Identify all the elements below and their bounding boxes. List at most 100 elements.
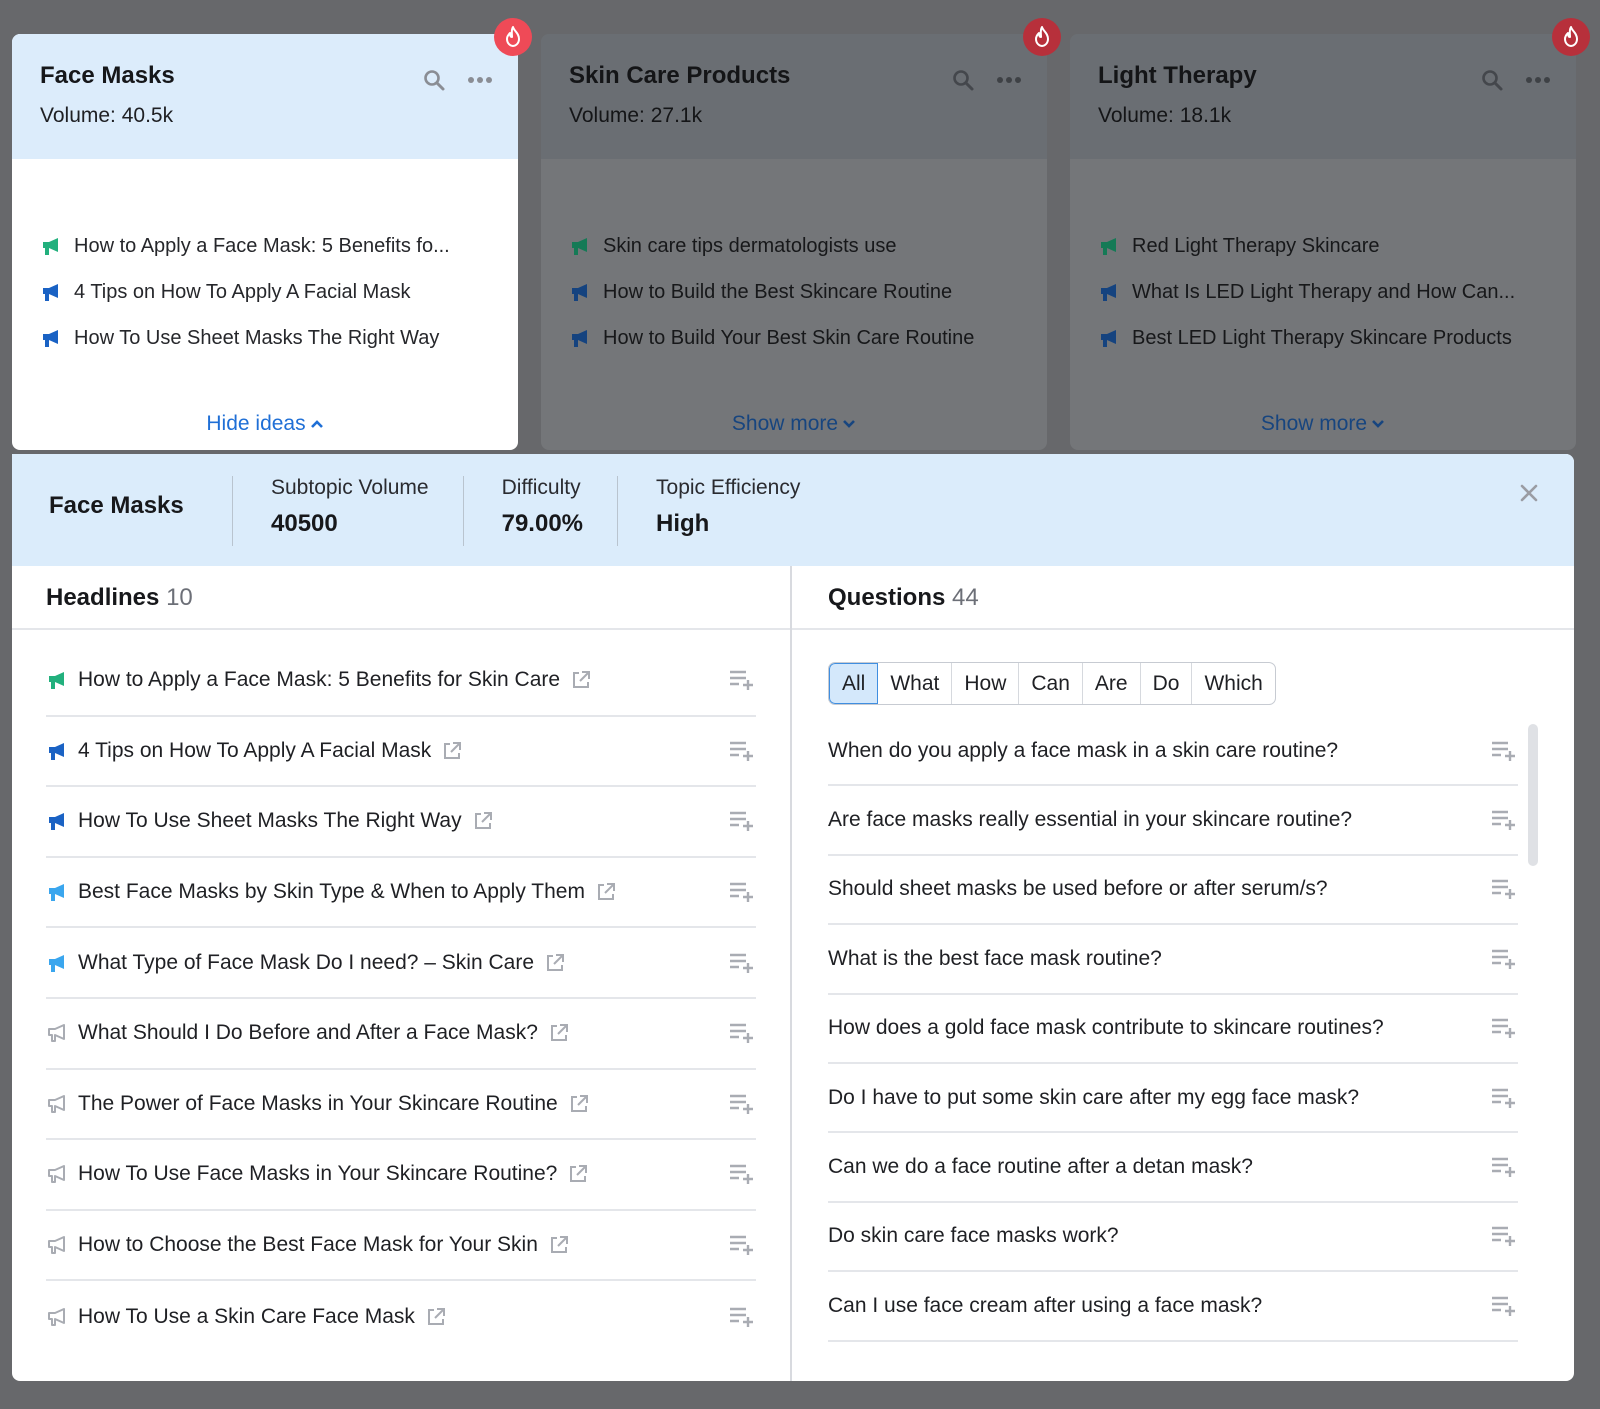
- chevron-down-icon: [843, 420, 856, 429]
- idea-item[interactable]: Best LED Light Therapy Skincare Products: [1098, 315, 1576, 361]
- add-to-list-icon[interactable]: [1490, 947, 1518, 971]
- card-ideas-list: How to Apply a Face Mask: 5 Benefits fo.…: [12, 159, 518, 361]
- add-to-list-icon[interactable]: [728, 1305, 756, 1329]
- filter-can[interactable]: Can: [1019, 663, 1083, 704]
- idea-item[interactable]: What Is LED Light Therapy and How Can...: [1098, 269, 1576, 315]
- question-filter-group: All What How Can Are Do Which: [828, 662, 1276, 705]
- idea-item[interactable]: 4 Tips on How To Apply A Facial Mask: [40, 269, 518, 315]
- external-link-icon[interactable]: [548, 1234, 570, 1256]
- idea-item[interactable]: How to Apply a Face Mask: 5 Benefits fo.…: [40, 223, 518, 269]
- headline-row: 4 Tips on How To Apply A Facial Mask: [46, 717, 756, 788]
- fire-icon: [1564, 26, 1578, 47]
- external-link-icon[interactable]: [425, 1306, 447, 1328]
- search-icon[interactable]: [1480, 68, 1504, 92]
- more-options-icon[interactable]: [1526, 77, 1550, 83]
- external-link-icon[interactable]: [472, 810, 494, 832]
- card-ideas-list: Skin care tips dermatologists use How to …: [541, 159, 1047, 361]
- card-ideas-list: Red Light Therapy Skincare What Is LED Li…: [1070, 159, 1576, 361]
- question-text: When do you apply a face mask in a skin …: [828, 738, 1339, 762]
- external-link-icon[interactable]: [595, 881, 617, 903]
- topic-card[interactable]: Face Masks Volume: 40.5k How to Apply a …: [12, 18, 532, 450]
- filter-do[interactable]: Do: [1141, 663, 1193, 704]
- question-text: Do skin care face masks work?: [828, 1224, 1119, 1248]
- external-link-icon[interactable]: [568, 1093, 590, 1115]
- topic-card[interactable]: Light Therapy Volume: 18.1k Red Light Th…: [1070, 18, 1590, 450]
- add-to-list-icon[interactable]: [728, 1092, 756, 1116]
- idea-text: What Is LED Light Therapy and How Can...: [1132, 280, 1516, 303]
- headlines-count: 10: [166, 584, 193, 611]
- filter-which[interactable]: Which: [1192, 663, 1274, 704]
- idea-item[interactable]: Red Light Therapy Skincare: [1098, 223, 1576, 269]
- stat-label: Difficulty: [501, 476, 581, 499]
- headline-text: How to Choose the Best Face Mask for You…: [78, 1233, 538, 1257]
- add-to-list-icon[interactable]: [1490, 1224, 1518, 1248]
- idea-item[interactable]: How to Build the Best Skincare Routine: [569, 269, 1047, 315]
- add-to-list-icon[interactable]: [728, 739, 756, 763]
- card-header: Face Masks Volume: 40.5k: [12, 34, 518, 159]
- question-row: Do I have to put some skin care after my…: [828, 1064, 1518, 1134]
- close-icon[interactable]: [1518, 482, 1540, 504]
- show-more-button[interactable]: Show more: [1070, 412, 1576, 436]
- add-to-list-icon[interactable]: [1490, 1155, 1518, 1179]
- add-to-list-icon[interactable]: [1490, 808, 1518, 832]
- stat-value: 79.00%: [501, 510, 584, 537]
- questions-scrollbar[interactable]: [1528, 724, 1538, 866]
- add-to-list-icon[interactable]: [1490, 739, 1518, 763]
- more-options-icon[interactable]: [468, 77, 492, 83]
- card-volume: Volume: 40.5k: [40, 104, 174, 127]
- headlines-header: Headlines 10: [12, 566, 790, 630]
- questions-column: Questions 44 All What How Can Are Do Which Whe…: [792, 566, 1574, 1381]
- add-to-list-icon[interactable]: [728, 1162, 756, 1186]
- external-link-icon[interactable]: [441, 740, 463, 762]
- add-to-list-icon[interactable]: [728, 1233, 756, 1257]
- filter-are[interactable]: Are: [1083, 663, 1141, 704]
- add-to-list-icon[interactable]: [1490, 877, 1518, 901]
- questions-list: When do you apply a face mask in a skin …: [792, 705, 1574, 1342]
- headline-row: What Should I Do Before and After a Face…: [46, 999, 756, 1070]
- card-header: Light Therapy Volume: 18.1k: [1070, 34, 1576, 159]
- add-to-list-icon[interactable]: [728, 951, 756, 975]
- search-icon[interactable]: [422, 68, 446, 92]
- add-to-list-icon[interactable]: [728, 668, 756, 692]
- hide-ideas-button[interactable]: Hide ideas: [12, 412, 518, 436]
- add-to-list-icon[interactable]: [728, 880, 756, 904]
- filter-what[interactable]: What: [878, 663, 953, 704]
- idea-item[interactable]: Skin care tips dermatologists use: [569, 223, 1047, 269]
- external-link-icon[interactable]: [544, 952, 566, 974]
- add-to-list-icon[interactable]: [728, 1021, 756, 1045]
- detail-title: Face Masks: [49, 492, 184, 519]
- external-link-icon[interactable]: [548, 1022, 570, 1044]
- headlines-label: Headlines: [46, 584, 160, 611]
- topic-card[interactable]: Skin Care Products Volume: 27.1k Skin ca…: [541, 18, 1061, 450]
- card-volume: Volume: 27.1k: [569, 104, 703, 127]
- add-to-list-icon[interactable]: [1490, 1086, 1518, 1110]
- idea-item[interactable]: How to Build Your Best Skin Care Routine: [569, 315, 1047, 361]
- megaphone-icon: [1101, 238, 1116, 255]
- headline-row: How to Apply a Face Mask: 5 Benefits for…: [46, 646, 756, 717]
- fire-icon: [506, 26, 520, 47]
- filter-all[interactable]: All: [829, 663, 879, 704]
- headline-text: What Type of Face Mask Do I need? – Skin…: [78, 950, 535, 974]
- stat-label: Subtopic Volume: [271, 476, 429, 499]
- add-to-list-icon[interactable]: [728, 809, 756, 833]
- headline-text: The Power of Face Masks in Your Skincare…: [78, 1091, 558, 1115]
- chevron-up-icon: [310, 420, 323, 429]
- idea-text: How To Use Sheet Masks The Right Way: [74, 326, 440, 349]
- question-row: Should sheet masks be used before or aft…: [828, 856, 1518, 926]
- headlines-column: Headlines 10 How to Apply a Face Mask: 5…: [12, 566, 792, 1381]
- question-row: What is the best face mask routine?: [828, 925, 1518, 995]
- more-options-icon[interactable]: [997, 77, 1021, 83]
- external-link-icon[interactable]: [567, 1163, 589, 1185]
- add-to-list-icon[interactable]: [1490, 1016, 1518, 1040]
- trending-badge: [1552, 18, 1590, 56]
- headline-row: How to Choose the Best Face Mask for You…: [46, 1211, 756, 1282]
- idea-item[interactable]: How To Use Sheet Masks The Right Way: [40, 315, 518, 361]
- filter-how[interactable]: How: [952, 663, 1020, 704]
- question-text: Can I use face cream after using a face …: [828, 1293, 1263, 1317]
- search-icon[interactable]: [951, 68, 975, 92]
- external-link-icon[interactable]: [570, 669, 592, 691]
- megaphone-icon: [49, 672, 64, 690]
- headline-text: How to Apply a Face Mask: 5 Benefits for…: [78, 668, 561, 692]
- show-more-button[interactable]: Show more: [541, 412, 1047, 436]
- add-to-list-icon[interactable]: [1490, 1294, 1518, 1318]
